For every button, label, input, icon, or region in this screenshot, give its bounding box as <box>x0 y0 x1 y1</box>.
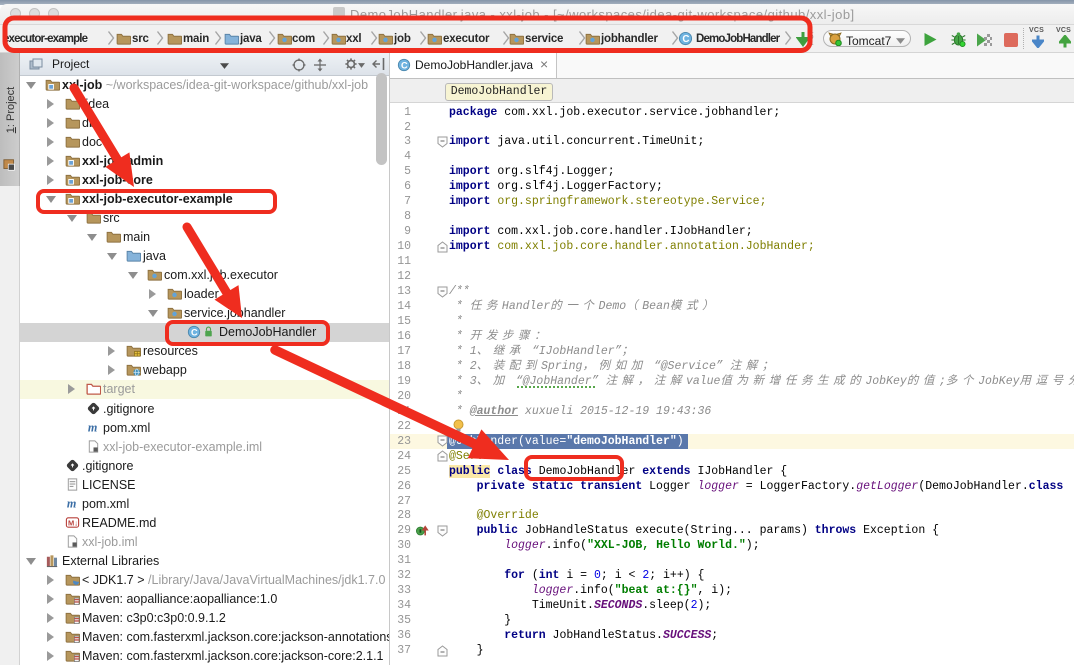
svg-text:C: C <box>191 327 198 337</box>
svg-text:m: m <box>67 497 76 511</box>
svg-text:C: C <box>401 60 408 70</box>
svg-text:M↓: M↓ <box>68 518 78 527</box>
svg-text:m: m <box>87 421 96 435</box>
svg-text:C: C <box>682 34 689 45</box>
